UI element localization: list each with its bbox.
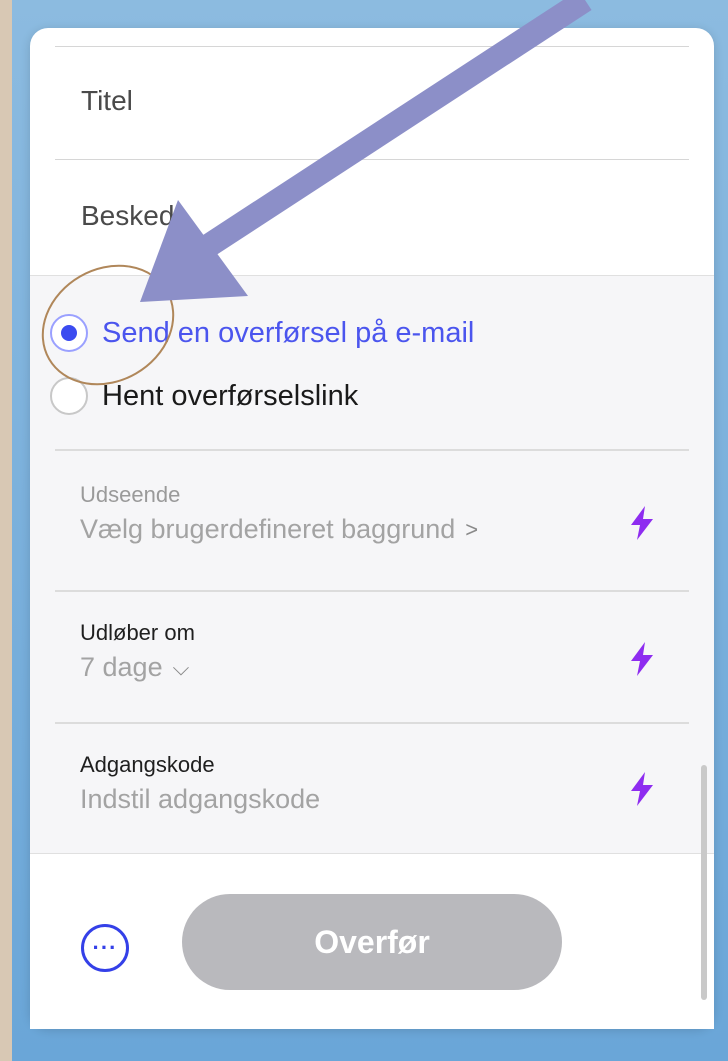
expires-setting[interactable]: Udløber om 7 dage ⌵ (80, 620, 660, 683)
password-setting[interactable]: Adgangskode Indstil adgangskode (80, 752, 660, 815)
expires-value-text: 7 dage (80, 652, 163, 682)
title-field[interactable]: Titel (55, 46, 689, 160)
lightning-bolt-icon (631, 642, 653, 676)
chevron-right-icon: > (465, 516, 479, 542)
link-option-label: Hent overførselslink (102, 379, 359, 412)
message-field[interactable]: Besked (55, 160, 689, 275)
appearance-setting[interactable]: Udseende Vælg brugerdefineret baggrund > (80, 482, 660, 545)
message-placeholder: Besked (81, 200, 175, 231)
password-label: Adgangskode (80, 752, 215, 777)
appearance-value-text: Vælg brugerdefineret baggrund (80, 514, 456, 544)
scrollbar[interactable] (701, 765, 707, 1000)
email-option-label: Send en overførsel på e-mail (102, 316, 475, 349)
password-value: Indstil adgangskode (80, 784, 660, 815)
appearance-value: Vælg brugerdefineret baggrund > (80, 514, 660, 545)
expires-label: Udløber om (80, 620, 195, 645)
email-option[interactable]: Send en overførsel på e-mail (50, 313, 474, 353)
transfer-button[interactable]: Overfør (182, 894, 562, 990)
divider (55, 449, 689, 451)
appearance-label: Udseende (80, 482, 181, 507)
email-radio[interactable] (50, 314, 88, 352)
link-radio[interactable] (50, 377, 88, 415)
title-placeholder: Titel (81, 85, 133, 116)
more-options-button[interactable]: ··· (81, 924, 129, 972)
divider (55, 590, 689, 592)
password-value-text: Indstil adgangskode (80, 784, 321, 814)
more-options-icon: ··· (92, 935, 118, 960)
chevron-down-icon: ⌵ (172, 654, 190, 680)
lightning-bolt-icon (631, 506, 653, 540)
divider (55, 722, 689, 724)
link-option[interactable]: Hent overførselslink (50, 376, 358, 416)
lightning-bolt-icon (631, 772, 653, 806)
expires-value[interactable]: 7 dage ⌵ (80, 652, 660, 683)
